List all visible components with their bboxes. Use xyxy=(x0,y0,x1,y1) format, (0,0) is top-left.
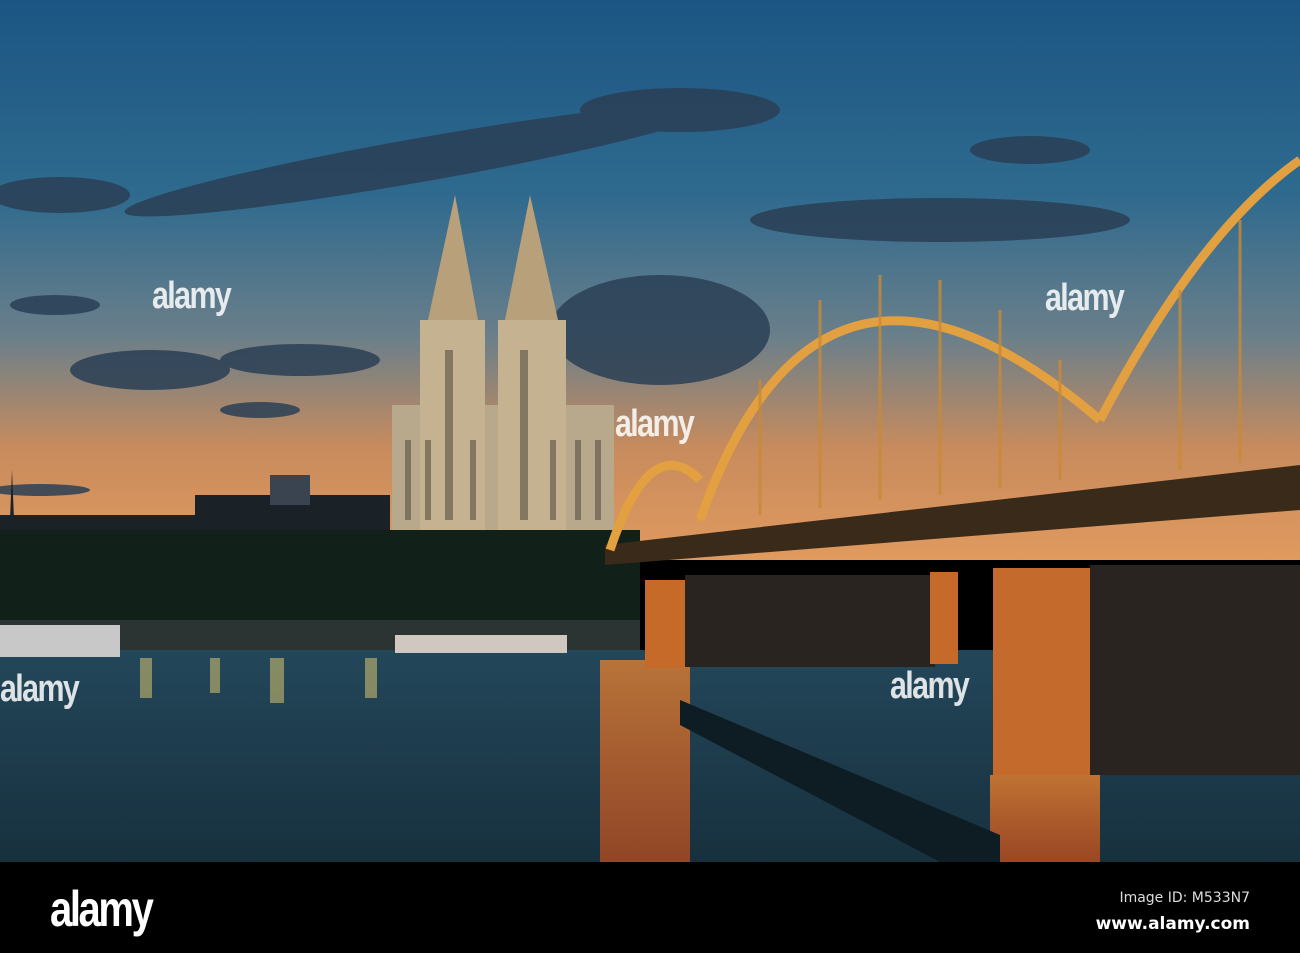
watermark: alamy xyxy=(1045,277,1125,319)
pier xyxy=(993,568,1090,775)
watermark: alamy xyxy=(152,275,232,317)
watermark: alamy xyxy=(0,668,80,710)
alamy-logo: alamy xyxy=(50,881,154,937)
image-id: Image ID: M533N7 xyxy=(1119,890,1250,906)
watermark: alamy xyxy=(890,665,970,707)
trees xyxy=(0,530,640,625)
pier xyxy=(645,580,685,668)
watermark: alamy xyxy=(615,403,695,445)
site-url: www.alamy.com xyxy=(1095,914,1250,934)
footer-bar: alamy Image ID: M533N7 www.alamy.com xyxy=(0,862,1300,953)
